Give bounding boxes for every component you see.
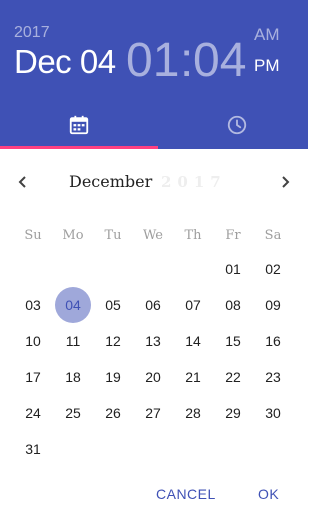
header-hour[interactable]: 01 [126,33,179,88]
calendar-day[interactable]: 28 [175,395,211,431]
ok-button[interactable]: OK [258,486,279,502]
header-date[interactable]: Dec 04 [14,43,116,81]
previous-month-button[interactable] [10,168,36,196]
calendar-day[interactable]: 06 [135,287,171,323]
calendar-day[interactable]: 24 [15,395,51,431]
weekday-label: We [143,228,163,243]
calendar-day[interactable]: 11 [55,323,91,359]
tab-indicator [0,146,158,149]
header-year[interactable]: 2017 [14,24,50,42]
calendar-day[interactable]: 15 [215,323,251,359]
calendar-day[interactable]: 07 [175,287,211,323]
calendar-day[interactable]: 16 [255,323,291,359]
calendar-day[interactable]: 27 [135,395,171,431]
calendar-day[interactable]: 01 [215,251,251,287]
calendar-day[interactable]: 19 [95,359,131,395]
month-year-ghost: 2017 [161,173,227,191]
weekday-label: Tu [104,228,122,243]
am-toggle[interactable]: AM [254,25,280,45]
calendar-day[interactable]: 25 [55,395,91,431]
tab-date[interactable] [0,104,158,147]
calendar-day[interactable]: 09 [255,287,291,323]
month-title: December [69,172,153,191]
calendar-day[interactable]: 14 [175,323,211,359]
pm-toggle[interactable]: PM [254,56,280,76]
calendar-day[interactable]: 18 [55,359,91,395]
calendar-day[interactable]: 29 [215,395,251,431]
calendar-day[interactable]: 02 [255,251,291,287]
calendar-day[interactable]: 17 [15,359,51,395]
clock-icon [227,115,247,135]
picker-header: 2017 Dec 04 01 : 04 AM PM [0,0,308,149]
weekday-label: Sa [264,228,282,243]
calendar-day[interactable]: 31 [15,431,51,467]
calendar-day[interactable]: 22 [215,359,251,395]
tab-time[interactable] [158,104,308,147]
calendar-day[interactable]: 10 [15,323,51,359]
chevron-right-icon [282,176,290,188]
calendar-day[interactable]: 23 [255,359,291,395]
calendar-icon [69,115,89,135]
weekday-label: Fr [225,228,241,243]
selected-day[interactable]: 04 [55,287,91,323]
header-minute[interactable]: 04 [193,33,246,88]
calendar-day[interactable]: 26 [95,395,131,431]
calendar-day[interactable]: 30 [255,395,291,431]
calendar-day[interactable]: 21 [175,359,211,395]
calendar-day[interactable]: 13 [135,323,171,359]
cancel-button[interactable]: CANCEL [156,486,216,502]
chevron-left-icon [18,176,26,188]
weekday-label: Su [24,228,42,243]
weekday-label: Mo [62,228,84,243]
calendar-day[interactable]: 05 [95,287,131,323]
weekday-label: Th [184,228,202,243]
calendar-day[interactable]: 03 [15,287,51,323]
calendar-day[interactable]: 20 [135,359,171,395]
calendar-day[interactable]: 12 [95,323,131,359]
calendar-day[interactable]: 08 [215,287,251,323]
time-separator: : [180,34,194,87]
next-month-button[interactable] [272,168,298,196]
